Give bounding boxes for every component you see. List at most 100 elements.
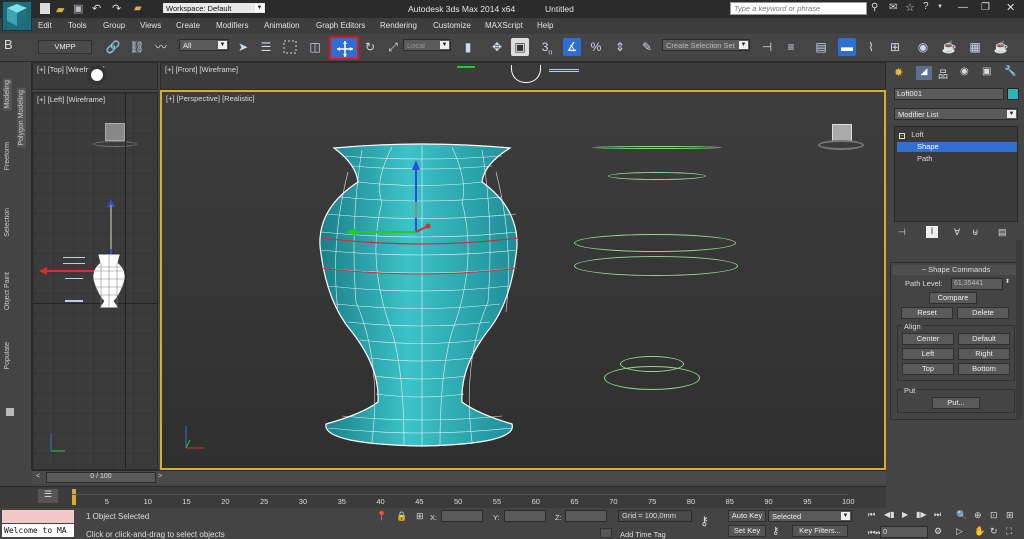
help-icon[interactable]: ?: [923, 1, 929, 12]
maximize-viewport-icon[interactable]: ⛶: [1006, 526, 1012, 537]
menu-customize[interactable]: Customize: [433, 21, 471, 30]
percent-snap-icon[interactable]: %: [587, 38, 605, 56]
compare-button[interactable]: Compare: [929, 292, 977, 304]
menu-rendering[interactable]: Rendering: [380, 21, 417, 30]
viewport-perspective[interactable]: [+] [Perspective] [Realistic]: [160, 90, 886, 470]
zoom-all-icon[interactable]: ⊕: [974, 510, 982, 521]
display-tab-icon[interactable]: ▣: [982, 66, 991, 77]
close-window-icon[interactable]: ✕: [1006, 1, 1015, 14]
align-center-button[interactable]: Center: [902, 333, 954, 345]
track-bar[interactable]: ☰ 5 10 15 20 25 30 35 40 45 50 55 60 65 70 75 80 85 90 95 1…: [0, 486, 886, 508]
create-tab-icon[interactable]: ✸: [894, 66, 910, 80]
project-folder-icon[interactable]: ▰: [134, 3, 142, 14]
menu-create[interactable]: Create: [176, 21, 200, 30]
select-and-manipulate-icon[interactable]: ✥: [488, 38, 506, 56]
make-unique-icon[interactable]: ∀: [954, 227, 960, 238]
configure-modifier-sets-icon[interactable]: ▤: [998, 227, 1007, 238]
menu-edit[interactable]: Edit: [38, 21, 52, 30]
restore-window-icon[interactable]: ❐: [981, 2, 990, 13]
undo-icon[interactable]: ↶: [92, 2, 101, 15]
menu-animation[interactable]: Animation: [264, 21, 300, 30]
tab-populate[interactable]: Populate: [4, 342, 11, 370]
vmpp-button[interactable]: VMPP: [38, 40, 92, 54]
menu-group[interactable]: Group: [103, 21, 125, 30]
select-and-link-icon[interactable]: 🔗: [104, 38, 122, 56]
new-file-icon[interactable]: [40, 3, 50, 14]
time-slider-prev-icon[interactable]: <: [36, 473, 40, 480]
orbit-icon[interactable]: ↻: [990, 526, 998, 537]
viewport-top[interactable]: [+] [Top] [Wireframe]: [32, 62, 158, 90]
tab-modeling[interactable]: Modeling: [3, 78, 12, 111]
minimize-window-icon[interactable]: —: [958, 2, 968, 13]
communication-center-icon[interactable]: ✉: [889, 2, 897, 13]
menu-modifiers[interactable]: Modifiers: [216, 21, 248, 30]
layer-manager-icon[interactable]: ▤: [812, 38, 830, 56]
app-logo-icon[interactable]: [2, 1, 32, 31]
current-frame-input[interactable]: 0: [880, 526, 928, 538]
window-crossing-icon[interactable]: ◫: [306, 38, 324, 56]
rectangular-selection-icon[interactable]: [281, 38, 299, 56]
time-slider[interactable]: < 0 / 100 >: [32, 470, 886, 484]
angle-snap-icon[interactable]: ∡: [563, 38, 581, 56]
select-and-rotate-icon[interactable]: ↻: [361, 38, 379, 56]
viewport-front[interactable]: [+] [Front] [Wireframe]: [160, 62, 886, 90]
zoom-extents-icon[interactable]: ⊡: [990, 510, 998, 521]
object-name-field[interactable]: Loft001: [894, 88, 1004, 100]
go-to-start-icon[interactable]: ⏮: [868, 510, 875, 520]
pan-view-icon[interactable]: ✋: [974, 526, 985, 537]
save-file-icon[interactable]: ▣: [73, 2, 83, 15]
named-selection-set-dropdown[interactable]: Create Selection Set ▼: [662, 39, 750, 51]
path-level-spinner-icon[interactable]: ⬍: [1005, 278, 1010, 285]
workspace-dropdown[interactable]: Workspace: Default ▼: [162, 2, 266, 14]
key-icon[interactable]: ⚷: [700, 514, 709, 528]
absolute-mode-icon[interactable]: ⊞: [416, 511, 424, 522]
reset-button[interactable]: Reset: [901, 307, 953, 319]
put-button[interactable]: Put...: [932, 397, 980, 409]
tab-freeform[interactable]: Freeform: [4, 142, 11, 170]
reference-coordinate-dropdown[interactable]: Local ▼: [403, 39, 451, 51]
ribbon-toggle-icon[interactable]: [6, 408, 14, 416]
isolate-selection-icon[interactable]: 📍: [376, 511, 387, 522]
favorites-star-icon[interactable]: ☆: [905, 1, 915, 14]
mini-curve-editor-icon[interactable]: ☰: [38, 489, 58, 503]
key-filters-button[interactable]: Key Filters...: [792, 525, 848, 537]
x-coordinate-input[interactable]: [441, 510, 483, 522]
stack-item-loft[interactable]: − Loft: [899, 130, 1017, 140]
help-dropdown-icon[interactable]: ▼: [937, 4, 943, 10]
tab-selection[interactable]: Selection: [4, 208, 11, 237]
mirror-icon[interactable]: ⊣: [758, 38, 776, 56]
spinner-snap-icon[interactable]: ⇕: [611, 38, 629, 56]
pivot-point-center-icon[interactable]: ▮: [459, 38, 477, 56]
set-key-button[interactable]: Set Key: [728, 525, 766, 537]
select-and-move-icon[interactable]: [329, 36, 359, 60]
menu-tools[interactable]: Tools: [68, 21, 87, 30]
time-slider-thumb[interactable]: 0 / 100: [46, 472, 156, 483]
select-by-name-icon[interactable]: ☰: [257, 38, 275, 56]
maxscript-listener[interactable]: Welcome to MA: [2, 524, 74, 537]
zoom-extents-all-icon[interactable]: ⊞: [1006, 510, 1014, 521]
bind-to-space-warp-icon[interactable]: 〰: [152, 38, 170, 56]
align-bottom-button[interactable]: Bottom: [958, 363, 1010, 375]
path-level-input[interactable]: 61,35441: [951, 278, 1003, 290]
keyboard-shortcut-override-icon[interactable]: ▣: [511, 38, 529, 56]
align-right-button[interactable]: Right: [958, 348, 1010, 360]
render-setup-icon[interactable]: ☕: [940, 38, 958, 56]
delete-button[interactable]: Delete: [957, 307, 1009, 319]
menu-graph-editors[interactable]: Graph Editors: [316, 21, 365, 30]
auto-key-button[interactable]: Auto Key: [728, 510, 766, 522]
set-key-filter-icon[interactable]: ⚷: [772, 526, 779, 537]
command-panel-scrollbar[interactable]: [1016, 240, 1022, 420]
menu-help[interactable]: Help: [537, 21, 553, 30]
graphite-ribbon-icon[interactable]: ▬: [838, 38, 856, 56]
previous-frame-icon[interactable]: ◀▮: [884, 510, 895, 519]
select-object-icon[interactable]: ➤: [234, 38, 252, 56]
redo-icon[interactable]: ↷: [112, 2, 121, 15]
show-end-result-icon[interactable]: I: [926, 226, 938, 238]
menu-views[interactable]: Views: [140, 21, 161, 30]
z-coordinate-input[interactable]: [565, 510, 607, 522]
search-input[interactable]: Type a keyword or phrase: [730, 2, 867, 15]
search-icon[interactable]: ⚲: [871, 2, 878, 13]
time-tag-lock-icon[interactable]: [600, 528, 612, 538]
align-icon[interactable]: ≡: [782, 38, 800, 56]
menu-maxscript[interactable]: MAXScript: [485, 21, 523, 30]
